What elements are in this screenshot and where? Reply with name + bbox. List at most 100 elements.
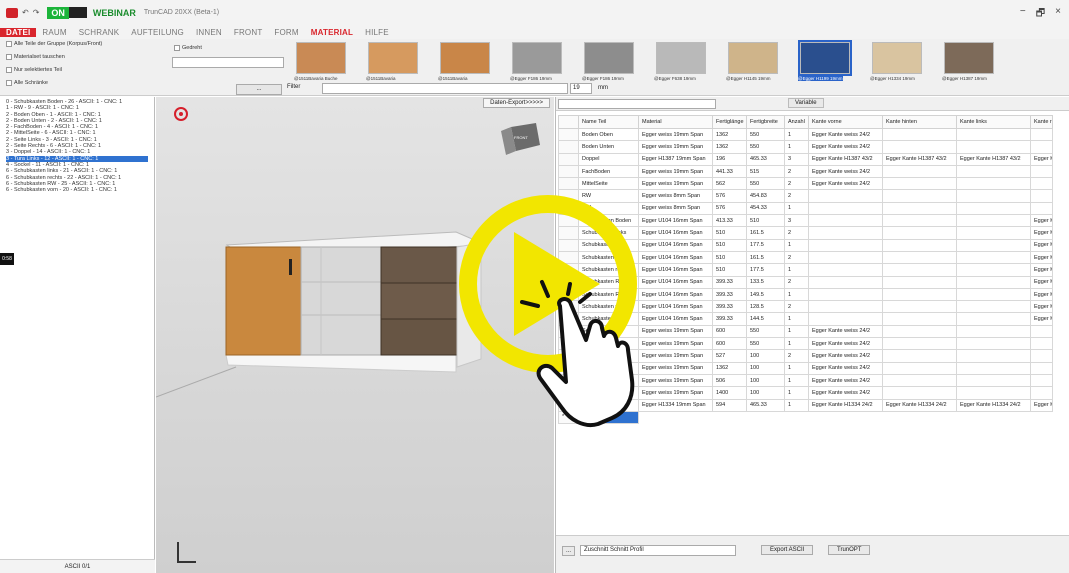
- check-all-cabinets[interactable]: Alle Schränke: [6, 80, 48, 86]
- row-header[interactable]: [558, 189, 579, 203]
- table-cell[interactable]: Egger K: [1030, 300, 1053, 314]
- table-cell[interactable]: Egger U104 16mm Span: [638, 214, 713, 228]
- table-cell[interactable]: 100: [746, 386, 785, 400]
- table-row[interactable]: Sockel Egger weiss 19mm Span 527 100 2 Egger …: [558, 349, 1053, 363]
- table-cell[interactable]: [882, 337, 957, 351]
- table-cell[interactable]: 550: [746, 337, 785, 351]
- table-row[interactable]: Seite Links Egger weiss 19mm Span 600 550 1 E…: [558, 324, 1053, 339]
- table-cell[interactable]: [808, 312, 883, 326]
- new-row-cell[interactable]: [578, 410, 639, 425]
- table-cell[interactable]: Egger U104 16mm Span: [638, 287, 713, 302]
- table-cell[interactable]: [882, 361, 957, 375]
- table-cell[interactable]: [1030, 127, 1053, 142]
- table-cell[interactable]: 510: [712, 250, 747, 265]
- table-row[interactable]: Schubkasten Boden Egger U104 16mm Span 413…: [558, 214, 1053, 228]
- table-cell[interactable]: 2: [784, 177, 809, 191]
- table-cell[interactable]: 128.5: [746, 300, 785, 314]
- material-swatch[interactable]: [944, 42, 994, 74]
- table-cell[interactable]: 454.83: [746, 189, 785, 203]
- table-cell[interactable]: 600: [712, 337, 747, 351]
- column-header[interactable]: Fertiglänge: [712, 115, 747, 129]
- row-header[interactable]: [558, 164, 579, 179]
- table-cell[interactable]: Egger U104 16mm Span: [638, 300, 713, 314]
- table-cell[interactable]: [956, 127, 1031, 142]
- table-cell[interactable]: [882, 349, 957, 363]
- table-cell[interactable]: Egger Kante weiss 24/2: [808, 127, 883, 142]
- table-cell[interactable]: 465.33: [746, 398, 785, 412]
- table-cell[interactable]: 399.33: [712, 275, 747, 289]
- table-cell[interactable]: Seite Rechts: [578, 337, 639, 351]
- table-cell[interactable]: 2: [784, 189, 809, 203]
- menu-datei[interactable]: DATEI: [0, 27, 37, 37]
- trunopt-button[interactable]: TrunOPT: [828, 545, 871, 555]
- table-cell[interactable]: [882, 164, 957, 179]
- table-cell[interactable]: [882, 226, 957, 240]
- table-cell[interactable]: [882, 373, 957, 388]
- table-cell[interactable]: 600: [712, 324, 747, 339]
- dots-button[interactable]: ...: [236, 84, 282, 95]
- table-cell[interactable]: Egger U104 16mm Span: [638, 275, 713, 289]
- table-cell[interactable]: 100: [746, 361, 785, 375]
- table-cell[interactable]: [956, 324, 1031, 339]
- table-cell[interactable]: [808, 287, 883, 302]
- table-cell[interactable]: [882, 177, 957, 191]
- table-cell[interactable]: Egger Kante weiss 24/2: [808, 373, 883, 388]
- table-cell[interactable]: 1362: [712, 140, 747, 154]
- row-header[interactable]: [558, 349, 579, 363]
- table-cell[interactable]: 399.33: [712, 287, 747, 302]
- view-dropdown[interactable]: [558, 99, 716, 109]
- table-cell[interactable]: Sockel: [578, 361, 639, 375]
- table-cell[interactable]: [808, 250, 883, 265]
- new-row[interactable]: *: [558, 410, 1053, 425]
- row-header[interactable]: [558, 201, 579, 216]
- table-cell[interactable]: 2: [784, 226, 809, 240]
- table-cell[interactable]: 1362: [712, 361, 747, 375]
- table-cell[interactable]: Egger U104 16mm Span: [638, 312, 713, 326]
- table-cell[interactable]: [1030, 177, 1053, 191]
- row-header[interactable]: [558, 337, 579, 351]
- material-swatch[interactable]: [872, 42, 922, 74]
- table-cell[interactable]: 1: [784, 337, 809, 351]
- table-cell[interactable]: 506: [712, 373, 747, 388]
- footer-dots-button[interactable]: ...: [562, 546, 576, 556]
- undo-icon[interactable]: ↶: [22, 8, 29, 17]
- column-header[interactable]: Fertigbreite: [746, 115, 785, 129]
- table-row[interactable]: Schubkasten links Egger U104 16mm Span 510…: [558, 238, 1053, 252]
- table-cell[interactable]: [882, 250, 957, 265]
- table-cell[interactable]: 454.33: [746, 201, 785, 216]
- table-cell[interactable]: Egger weiss 19mm Span: [638, 361, 713, 375]
- table-cell[interactable]: Schubkasten RW: [578, 287, 639, 302]
- table-cell[interactable]: Egger weiss 19mm Span: [638, 324, 713, 339]
- table-cell[interactable]: Egger weiss 19mm Span: [638, 177, 713, 191]
- table-cell[interactable]: 550: [746, 324, 785, 339]
- table-cell[interactable]: 144.5: [746, 312, 785, 326]
- redo-icon[interactable]: ↷: [33, 8, 40, 17]
- table-cell[interactable]: Egger K: [1030, 152, 1053, 166]
- table-cell[interactable]: 1: [784, 263, 809, 277]
- table-cell[interactable]: Schubkasten rechts: [578, 250, 639, 265]
- table-cell[interactable]: 399.33: [712, 300, 747, 314]
- table-cell[interactable]: [808, 263, 883, 277]
- table-cell[interactable]: [956, 214, 1031, 228]
- row-header[interactable]: [558, 226, 579, 240]
- table-cell[interactable]: [956, 140, 1031, 154]
- 3d-viewport[interactable]: Daten-Export>>>>> 0:58 FRONT: [0, 97, 554, 573]
- column-header[interactable]: Name Teil: [578, 115, 639, 129]
- menu-hilfe[interactable]: HILFE: [359, 28, 395, 37]
- table-cell[interactable]: [1030, 337, 1053, 351]
- row-header[interactable]: [558, 250, 579, 265]
- table-cell[interactable]: 1400: [712, 386, 747, 400]
- row-header[interactable]: [558, 373, 579, 388]
- table-cell[interactable]: Egger Kante weiss 24/2: [808, 337, 883, 351]
- table-cell[interactable]: [956, 337, 1031, 351]
- table-cell[interactable]: 515: [746, 164, 785, 179]
- table-cell[interactable]: 177.5: [746, 238, 785, 252]
- table-cell[interactable]: 1: [784, 398, 809, 412]
- table-row[interactable]: MittelSeite Egger weiss 19mm Span 562 550 2 E…: [558, 177, 1053, 191]
- table-row[interactable]: Tura Links Egger H1334 19mm Span 594 465.33…: [558, 398, 1053, 412]
- menu-material[interactable]: MATERIAL: [305, 28, 359, 37]
- table-cell[interactable]: 100: [746, 349, 785, 363]
- table-cell[interactable]: [1030, 386, 1053, 400]
- table-cell[interactable]: Egger Kante weiss 24/2: [808, 349, 883, 363]
- table-cell[interactable]: [1030, 349, 1053, 363]
